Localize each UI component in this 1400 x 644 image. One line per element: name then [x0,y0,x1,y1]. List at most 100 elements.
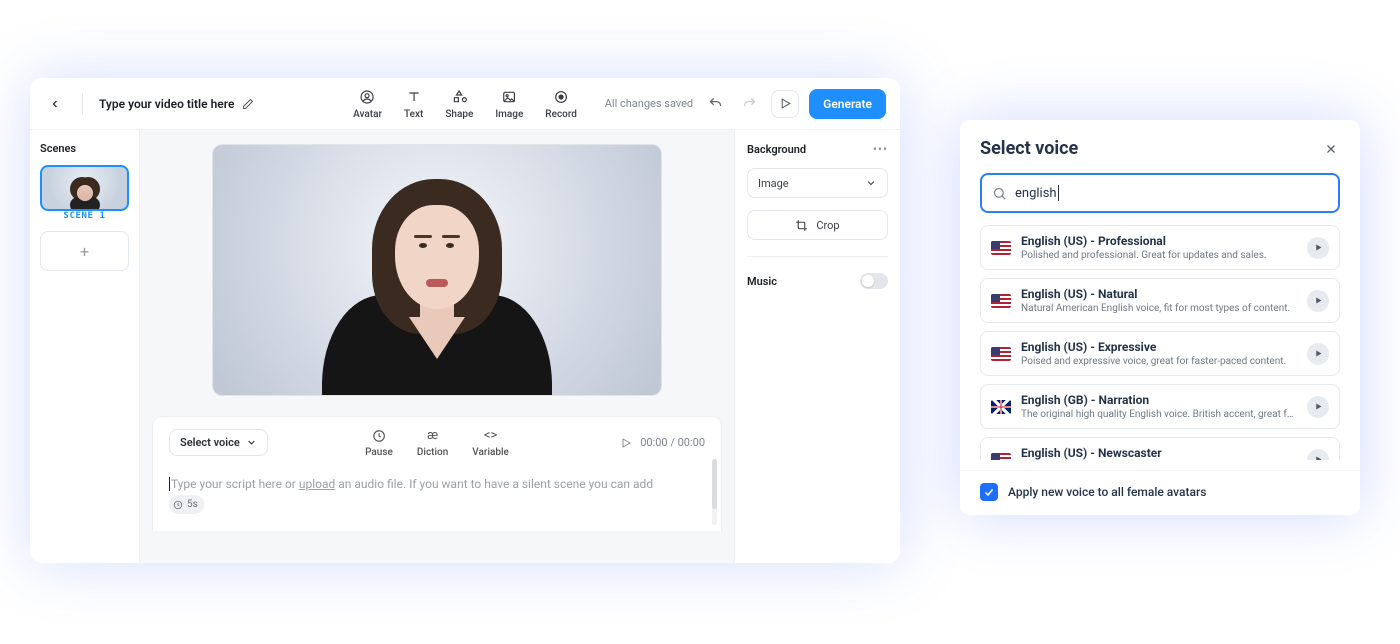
diction-icon: æ [425,428,441,444]
music-title: Music [747,275,777,288]
text-cursor [169,477,170,491]
apply-all-label: Apply new voice to all female avatars [1008,485,1206,499]
undo-icon [708,96,723,111]
play-icon [1314,455,1323,460]
flag-us-icon [991,241,1011,255]
play-icon [1314,402,1323,411]
avatar-figure[interactable] [322,165,552,395]
title-input[interactable]: Type your video title here [99,97,254,111]
background-type-dropdown[interactable]: Image [747,168,888,198]
voice-item-texts: English (US) - Expressive Poised and exp… [1021,340,1297,367]
voice-play-button[interactable] [1307,343,1329,365]
voice-search-value: english [1015,186,1057,201]
title-placeholder: Type your video title here [99,97,234,111]
generate-button[interactable]: Generate [809,89,886,119]
voice-item-texts: English (US) - Newscaster Newscaster voi… [1021,446,1297,460]
image-icon [500,88,518,106]
close-button[interactable] [1322,140,1340,158]
scene-item[interactable]: SCENE 1 [40,165,129,221]
background-section-header: Background ••• [747,142,888,156]
record-icon [552,88,570,106]
flag-us-icon [991,347,1011,361]
play-icon [1314,243,1323,252]
voice-name: English (US) - Expressive [1021,340,1297,354]
divider [747,256,888,257]
tool-image[interactable]: Image [495,88,523,120]
editor-header: Type your video title here Avatar Text S… [30,78,900,130]
silence-pill[interactable]: 5s [169,495,204,514]
background-type-label: Image [758,177,789,190]
scrollbar[interactable] [712,459,717,525]
tool-text[interactable]: Text [404,88,423,120]
voice-item[interactable]: English (US) - Newscaster Newscaster voi… [980,437,1340,460]
close-icon [1325,143,1337,155]
play-icon [620,437,632,449]
search-icon [992,186,1007,201]
voice-item[interactable]: English (US) - Expressive Poised and exp… [980,331,1340,376]
voice-play-button[interactable] [1307,449,1329,461]
play-small-button[interactable] [620,437,632,449]
voice-play-button[interactable] [1307,237,1329,259]
undo-button[interactable] [703,92,727,116]
clock-icon [173,500,183,510]
redo-icon [742,96,757,111]
voice-desc: Natural American English voice, fit for … [1021,303,1297,314]
chevron-down-icon [246,437,257,448]
voice-play-button[interactable] [1307,290,1329,312]
flag-us-icon [991,453,1011,461]
canvas-area: Select voice Pause æ Diction [140,130,734,563]
play-icon [1314,296,1323,305]
chevron-left-icon [49,98,61,110]
text-icon [405,88,423,106]
redo-button[interactable] [737,92,761,116]
save-status: All changes saved [605,97,693,110]
chevron-down-icon [865,177,877,189]
voice-list[interactable]: English (US) - Professional Polished and… [980,225,1340,460]
script-placeholder-1: Type your script here or [171,477,299,491]
diction-label: Diction [417,447,448,458]
variable-button[interactable]: <> Variable [472,428,509,458]
tool-record[interactable]: Record [545,88,577,120]
tool-avatar[interactable]: Avatar [353,88,382,120]
voice-item[interactable]: English (GB) - Narration The original hi… [980,384,1340,429]
script-input[interactable]: Type your script here or upload an audio… [169,474,705,515]
properties-sidebar: Background ••• Image Crop Music [734,130,900,563]
play-icon [1314,349,1323,358]
tool-avatar-label: Avatar [353,109,382,120]
tool-shape[interactable]: Shape [445,88,473,120]
upload-link[interactable]: upload [299,477,335,491]
select-voice-dropdown[interactable]: Select voice [169,429,268,456]
voice-item-texts: English (US) - Professional Polished and… [1021,234,1297,261]
script-panel: Select voice Pause æ Diction [152,416,722,531]
diction-button[interactable]: æ Diction [417,428,448,458]
preview-button[interactable] [771,90,799,118]
voice-item[interactable]: English (US) - Professional Polished and… [980,225,1340,270]
voice-item-texts: English (GB) - Narration The original hi… [1021,393,1297,420]
header-right: All changes saved Generate [605,89,886,119]
voice-desc: The original high quality English voice.… [1021,409,1297,420]
crop-button[interactable]: Crop [747,210,888,240]
voice-play-button[interactable] [1307,396,1329,418]
music-toggle[interactable] [860,273,888,289]
apply-all-checkbox[interactable] [980,483,998,501]
voice-item-texts: English (US) - Natural Natural American … [1021,287,1297,314]
flag-us-icon [991,294,1011,308]
crop-label: Crop [816,219,839,232]
tool-image-label: Image [495,109,523,120]
more-menu[interactable]: ••• [873,142,888,156]
voice-panel-title: Select voice [980,138,1078,159]
editor-window: Type your video title here Avatar Text S… [30,78,900,563]
video-canvas[interactable] [212,144,662,396]
back-button[interactable] [44,93,66,115]
pause-button[interactable]: Pause [365,428,393,458]
voice-item[interactable]: English (US) - Natural Natural American … [980,278,1340,323]
voice-search-input[interactable]: english [980,173,1340,213]
script-playtime: 00:00 / 00:00 [620,436,705,449]
voice-panel-footer: Apply new voice to all female avatars [960,470,1360,503]
scene-thumbnail[interactable] [40,165,129,211]
crop-icon [795,219,808,232]
voice-panel-header: Select voice [980,138,1340,159]
toolbar: Avatar Text Shape Image Record [353,88,577,120]
divider [82,93,83,115]
add-scene-button[interactable]: + [40,231,129,271]
